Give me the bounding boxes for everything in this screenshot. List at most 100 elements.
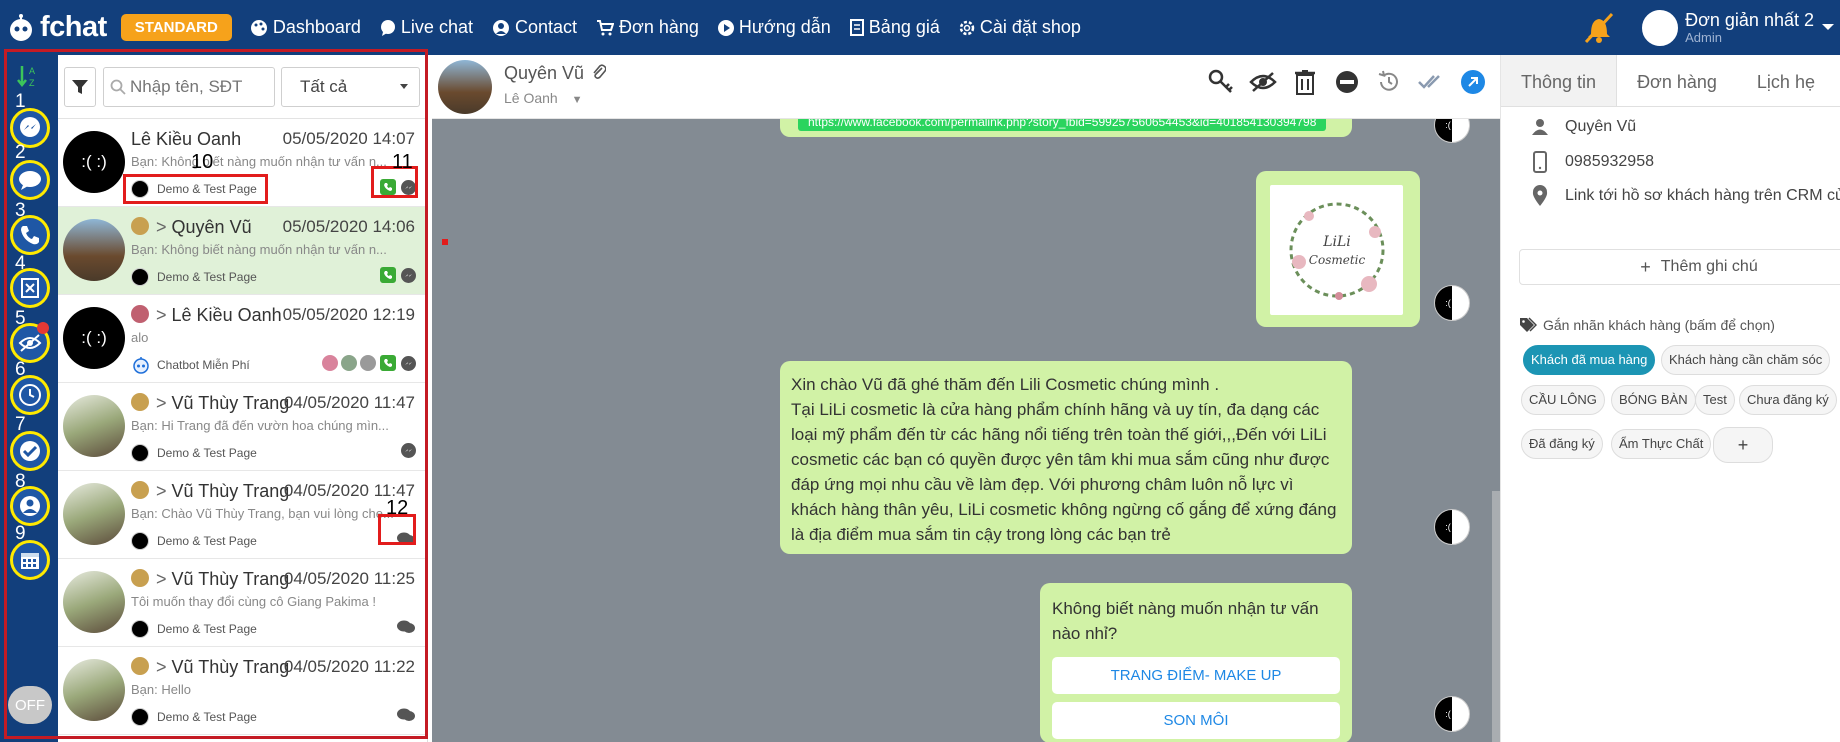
- key-button[interactable]: [1206, 67, 1236, 97]
- chat-contact-name-text: Quyên Vũ: [504, 63, 585, 83]
- annotation-number-12: 12: [386, 497, 409, 519]
- add-note-button[interactable]: + Thêm ghi chú: [1519, 249, 1840, 285]
- nav-guide[interactable]: Hướng dẫn: [717, 17, 831, 38]
- block-button[interactable]: [1332, 67, 1362, 97]
- rail-comments[interactable]: [10, 160, 50, 200]
- scrollbar-thumb[interactable]: [1492, 491, 1500, 742]
- mobile-phone-icon: [1533, 151, 1547, 173]
- tab-info[interactable]: Thông tin: [1501, 55, 1618, 106]
- page-avatar: [131, 268, 149, 286]
- mark-read-button[interactable]: [1416, 67, 1446, 97]
- rail-done[interactable]: [10, 431, 50, 471]
- option-makeup-button[interactable]: TRANG ĐIỂM- MAKE UP: [1052, 657, 1340, 694]
- conversation-item-active[interactable]: > Quyên Vũ 05/05/2020 14:06 Bạn: Không b…: [58, 207, 428, 295]
- paperclip-icon[interactable]: [592, 64, 607, 80]
- conversation-item[interactable]: > Vũ Thùy Trang 04/05/2020 11:25 Tôi muố…: [58, 559, 428, 647]
- customer-phone[interactable]: 0985932958: [1565, 153, 1654, 171]
- sort-icon[interactable]: AZ: [16, 64, 42, 88]
- source-page: Demo & Test Page: [131, 620, 257, 638]
- tab-appointments[interactable]: Lịch hẹ: [1737, 55, 1835, 106]
- contact-name-text: Lê Kiều Oanh: [171, 305, 282, 325]
- nav-label: Bảng giá: [868, 17, 940, 37]
- status-select[interactable]: Tất cả: [281, 66, 420, 107]
- rail-contacts[interactable]: [10, 486, 50, 526]
- tab-orders[interactable]: Đơn hàng: [1617, 55, 1737, 106]
- timestamp: 04/05/2020 11:47: [283, 393, 415, 412]
- user-icon: [20, 496, 40, 516]
- filter-row: Tất cả: [58, 55, 427, 119]
- tag-chip[interactable]: Khách đã mua hàng: [1523, 345, 1656, 375]
- option-lipstick-button[interactable]: SON MÔI: [1052, 702, 1340, 739]
- nav-contact[interactable]: Contact: [492, 17, 577, 38]
- hide-button[interactable]: [1248, 67, 1278, 97]
- avatar: [63, 219, 125, 281]
- caret-down-icon[interactable]: [1818, 22, 1838, 34]
- search-input[interactable]: [130, 76, 270, 97]
- rail-calendar[interactable]: [10, 540, 50, 580]
- tag-chip[interactable]: CẦU LÔNG: [1521, 385, 1605, 415]
- rail-hidden[interactable]: [10, 322, 50, 363]
- chat-toolbar: [1194, 67, 1500, 97]
- contact-name: Lê Kiều Oanh: [131, 129, 242, 149]
- user-avatar[interactable]: [1642, 9, 1679, 46]
- phone-icon: [380, 355, 396, 371]
- conversation-item[interactable]: > Vũ Thùy Trang 04/05/2020 11:47 Bạn: Hi…: [58, 383, 428, 471]
- add-note-label: Thêm ghi chú: [1660, 258, 1758, 275]
- lili-cosmetic-logo-image[interactable]: LiLi Cosmetic: [1270, 185, 1403, 315]
- bot-avatar: :( :): [1434, 285, 1470, 321]
- crm-link[interactable]: Link tới hồ sơ khách hàng trên CRM của: [1565, 187, 1840, 205]
- nav-label: Cài đặt shop: [979, 17, 1081, 37]
- conversation-item[interactable]: :( :) > Lê Kiều Oanh 05/05/2020 12:19 al…: [58, 295, 428, 383]
- delete-button[interactable]: [1290, 67, 1320, 97]
- source-page: Demo & Test Page: [131, 444, 257, 462]
- rail-history[interactable]: [10, 375, 50, 415]
- user-menu[interactable]: Đơn giản nhất 2 Admin: [1685, 11, 1814, 44]
- tag-chip[interactable]: Khách hàng cần chăm sóc: [1661, 345, 1831, 375]
- open-external-button[interactable]: [1458, 67, 1488, 97]
- tag-chip[interactable]: BÓNG BÀN: [1611, 385, 1696, 415]
- phone-icon: [380, 267, 396, 283]
- contact-name: > Quyên Vũ: [131, 217, 252, 238]
- logo-text: fchat: [40, 11, 107, 43]
- logo-line-1: LiLi: [1322, 234, 1351, 250]
- nav-pricing[interactable]: Bảng giá: [849, 17, 940, 38]
- conversation-item[interactable]: > Vũ Thùy Trang 04/05/2020 11:22 Bạn: He…: [58, 647, 428, 735]
- page-avatar: [131, 569, 149, 587]
- nav-live-chat[interactable]: Live chat: [380, 17, 473, 38]
- messenger-icon: [401, 443, 416, 458]
- robot-logo-icon: [10, 13, 32, 41]
- excel-icon: [21, 278, 39, 298]
- page-avatar: [131, 180, 149, 198]
- palette-icon: [250, 19, 267, 36]
- funnel-icon: [72, 79, 88, 94]
- conversation-item[interactable]: :( :) Lê Kiều Oanh 05/05/2020 14:07 Bạn:…: [58, 119, 428, 207]
- rail-calls[interactable]: [10, 215, 50, 255]
- message-preview: Bạn: Hello: [131, 682, 191, 697]
- tag-chip[interactable]: Đã đăng ký: [1521, 429, 1603, 459]
- nav-dashboard[interactable]: Dashboard: [250, 17, 361, 38]
- notification-bell-off-icon[interactable]: [1582, 12, 1616, 44]
- contact-name-text: Vũ Thùy Trang: [171, 569, 290, 589]
- search-box[interactable]: [103, 66, 275, 107]
- online-toggle-off[interactable]: OFF: [8, 686, 52, 724]
- message-link[interactable]: https://www.facebook.com/permalink.php?s…: [798, 119, 1327, 131]
- assignee-select[interactable]: Lê Oanh ▼: [504, 90, 583, 106]
- nav-shop-settings[interactable]: Cài đặt shop: [959, 17, 1081, 38]
- rail-excel[interactable]: [10, 268, 50, 308]
- filter-button[interactable]: [64, 66, 96, 107]
- add-tag-button[interactable]: +: [1713, 427, 1773, 463]
- timestamp: 05/05/2020 14:06: [282, 217, 415, 236]
- fchat-logo[interactable]: fchat: [6, 11, 107, 44]
- caret-down-icon: ▼: [571, 94, 583, 106]
- contact-name: > Vũ Thùy Trang: [131, 569, 289, 590]
- nav-orders[interactable]: Đơn hàng: [596, 17, 699, 38]
- tag-chip[interactable]: Chưa đăng ký: [1739, 385, 1837, 415]
- bot-avatar: :( :): [1434, 119, 1470, 143]
- channel-icons: [319, 355, 416, 371]
- tag-chip[interactable]: Ẩm Thực Chất: [1611, 429, 1712, 459]
- history-button[interactable]: [1374, 67, 1404, 97]
- image-message-bubble: LiLi Cosmetic: [1256, 171, 1420, 327]
- tag-chip[interactable]: Test: [1695, 385, 1735, 415]
- conversation-item[interactable]: > Vũ Thùy Trang 04/05/2020 11:47 Bạn: Ch…: [58, 471, 428, 559]
- key-icon: [1208, 69, 1233, 93]
